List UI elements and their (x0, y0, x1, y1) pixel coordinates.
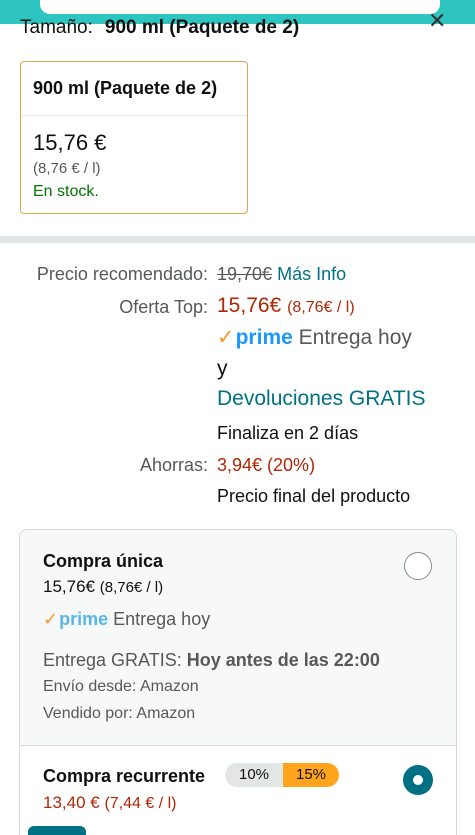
section-divider (0, 236, 475, 243)
sold-by: Vendido por: Amazon (43, 705, 196, 722)
savings-label: Ahorras: (139, 455, 208, 475)
close-icon[interactable]: ✕ (428, 8, 446, 34)
recurring-price: 13,40 € (43, 793, 100, 812)
product-page: Tamaño: 900 ml (Paquete de 2) ✕ 900 ml (P… (0, 0, 475, 835)
and-text: y (217, 357, 228, 380)
deal-price: 15,76€ (217, 294, 282, 317)
deal-price-row: 15,76€ (8,76€ / l) (217, 294, 355, 318)
prime-delivery-row: ✓prime Entrega hoy (217, 325, 412, 350)
variant-stock-status: En stock. (33, 183, 99, 200)
rrp-row: 19,70€ Más Info (217, 264, 346, 285)
free-returns-link[interactable]: Devoluciones GRATIS (217, 387, 426, 411)
free-delivery-row: Entrega GRATIS: Hoy antes de las 22:00 (43, 650, 380, 671)
deal-unit-price: (8,76€ / l) (287, 299, 355, 316)
deal-label: Oferta Top: (119, 297, 208, 317)
purchase-options-box: Compra única 15,76€ (8,76€ / l) ✓prime E… (19, 529, 457, 835)
one-time-radio[interactable] (404, 552, 432, 580)
one-time-unit: (8,76€ / l) (99, 579, 164, 596)
free-delivery-time: Hoy antes de las 22:00 (186, 650, 380, 670)
one-time-prime-row: ✓prime Entrega hoy (43, 609, 210, 630)
one-time-price: 15,76€ (43, 577, 95, 596)
size-selector-line: Tamaño: 900 ml (Paquete de 2) (20, 17, 299, 39)
prime-check-icon: ✓ (217, 326, 235, 349)
recurring-title: Compra recurrente (43, 766, 206, 786)
recurring-radio[interactable] (403, 765, 433, 795)
final-price-note: Precio final del producto (217, 486, 411, 506)
delivery-text: Entrega hoy (298, 326, 412, 349)
free-delivery-label: Entrega GRATIS: (43, 650, 182, 670)
rrp-value: 19,70€ (217, 264, 273, 284)
savings-value: 3,94€ (20%) (217, 455, 316, 475)
size-label: Tamaño: (20, 17, 93, 38)
ships-from: Envío desde: Amazon (43, 678, 199, 695)
recurring-unit: (7,44 € / l) (104, 795, 177, 812)
discount-15-badge: 15% (283, 763, 339, 787)
top-search-pill[interactable] (40, 0, 440, 14)
rrp-label: Precio recomendado: (36, 264, 208, 284)
variant-title: 900 ml (Paquete de 2) (33, 78, 218, 98)
prime-logo: prime (59, 609, 109, 629)
more-info-link[interactable]: Más Info (277, 264, 346, 284)
deal-ends-text: Finaliza en 2 días (217, 423, 359, 443)
recurring-option[interactable] (20, 746, 456, 835)
discount-10-badge: 10% (225, 763, 283, 787)
one-time-price-row: 15,76€ (8,76€ / l) (43, 577, 163, 597)
variant-price: 15,76 € (33, 130, 107, 155)
one-time-delivery: Entrega hoy (113, 609, 211, 629)
size-value: 900 ml (Paquete de 2) (104, 17, 300, 38)
prime-logo: prime (235, 326, 293, 349)
prime-check-icon: ✓ (43, 609, 59, 629)
one-time-title: Compra única (43, 551, 164, 571)
bottom-tab-indicator (28, 826, 86, 835)
variant-card-selected[interactable]: 900 ml (Paquete de 2) 15,76 € (8,76 € / … (20, 61, 248, 214)
recurring-price-row: 13,40 € (7,44 € / l) (43, 793, 177, 813)
variant-divider (21, 115, 247, 116)
variant-unit-price: (8,76 € / l) (33, 160, 101, 177)
